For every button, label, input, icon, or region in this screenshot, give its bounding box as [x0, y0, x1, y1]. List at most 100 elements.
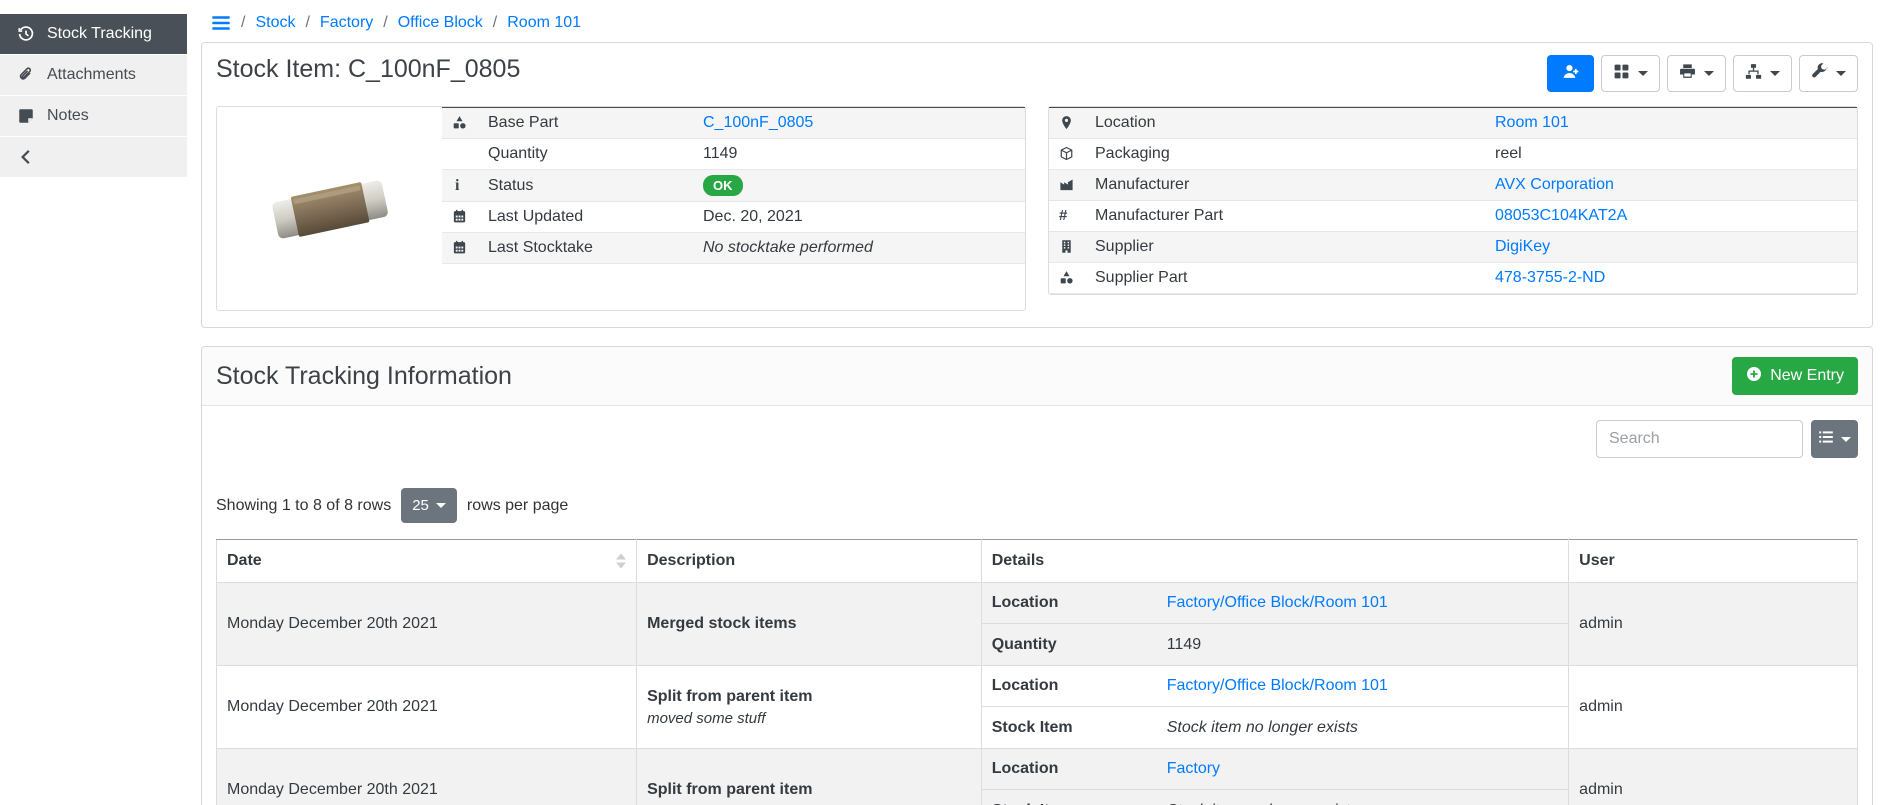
- breadcrumb-link-factory[interactable]: Factory: [320, 14, 373, 32]
- sidebar-item-attachments[interactable]: Attachments: [0, 55, 187, 96]
- menu-icon[interactable]: [211, 13, 231, 33]
- field-label: Supplier Part: [1085, 263, 1485, 294]
- printer-icon: [1679, 63, 1696, 85]
- info-icon: i: [452, 177, 459, 194]
- location-link[interactable]: Room 101: [1495, 114, 1569, 131]
- th-large-icon: [1613, 63, 1630, 85]
- breadcrumb-separator: /: [241, 14, 245, 32]
- table-row: Monday December 20th 2021 Split from par…: [217, 749, 1858, 805]
- detail-row: Quantity 1149: [982, 624, 1568, 665]
- caret-down-icon: [1841, 437, 1851, 442]
- caret-down-icon: [436, 503, 446, 508]
- plus-circle-icon: [1746, 366, 1762, 387]
- calendar-icon: [452, 239, 467, 256]
- detail-row: Stock Item Stock item no longer exists: [982, 790, 1568, 805]
- detail-location-link[interactable]: Factory/Office Block/Room 101: [1167, 677, 1388, 695]
- tracking-title: Stock Tracking Information: [216, 362, 512, 391]
- column-label: Date: [227, 552, 262, 569]
- pagination-info: Showing 1 to 8 of 8 rows: [216, 497, 391, 515]
- table-row: # Manufacturer Part 08053C104KAT2A: [1049, 201, 1857, 232]
- detail-row: Stock Item Stock item no longer exists: [982, 707, 1568, 748]
- field-label: Last Updated: [478, 202, 693, 233]
- admin-actions-button[interactable]: [1799, 55, 1858, 92]
- calendar-icon: [452, 208, 467, 225]
- chevron-left-icon: [17, 148, 35, 166]
- detail-value: Stock item no longer exists: [1167, 802, 1358, 805]
- field-label: Last Stocktake: [478, 233, 693, 264]
- sidebar-item-stock-tracking[interactable]: Stock Tracking: [0, 14, 187, 55]
- row-date: Monday December 20th 2021: [217, 583, 637, 666]
- note-icon: [17, 107, 35, 125]
- column-header-date[interactable]: Date: [217, 540, 637, 583]
- field-label: Manufacturer: [1085, 170, 1485, 201]
- row-date: Monday December 20th 2021: [217, 749, 637, 805]
- toolbar: [1547, 55, 1858, 92]
- table-toolbar: [216, 420, 1858, 458]
- table-row: Location Room 101: [1049, 108, 1857, 139]
- detail-location-link[interactable]: Factory/Office Block/Room 101: [1167, 594, 1388, 612]
- row-description: Merged stock items: [637, 583, 982, 666]
- hashtag-icon: #: [1059, 207, 1067, 224]
- breadcrumb: / Stock / Factory / Office Block / Room …: [201, 0, 1873, 42]
- quantity-value: 1149: [693, 139, 1025, 170]
- map-marker-icon: [1059, 114, 1074, 131]
- app-root: Stock Tracking Attachments Notes: [0, 0, 1887, 805]
- barcode-actions-button[interactable]: [1601, 55, 1660, 92]
- breadcrumb-link-stock[interactable]: Stock: [255, 14, 295, 32]
- sitemap-icon: [1745, 63, 1762, 85]
- search-input[interactable]: [1596, 420, 1803, 458]
- columns-button[interactable]: [1811, 420, 1858, 458]
- sidebar-item-notes[interactable]: Notes: [0, 96, 187, 137]
- sidebar: Stock Tracking Attachments Notes: [0, 0, 187, 805]
- row-user: admin: [1569, 583, 1858, 666]
- sidebar-collapse-button[interactable]: [0, 137, 187, 178]
- caret-down-icon: [1770, 71, 1780, 76]
- supplier-part-link[interactable]: 478-3755-2-ND: [1495, 269, 1605, 286]
- stock-actions-button[interactable]: [1733, 55, 1792, 92]
- part-thumbnail[interactable]: [217, 107, 442, 310]
- sidebar-item-label: Notes: [47, 107, 89, 125]
- column-label: Description: [647, 552, 735, 569]
- base-part-link[interactable]: C_100nF_0805: [703, 114, 813, 131]
- main-content: / Stock / Factory / Office Block / Room …: [187, 0, 1887, 805]
- page-size-button[interactable]: 25: [401, 488, 457, 523]
- tracking-panel-body: Showing 1 to 8 of 8 rows 25 rows per pag…: [202, 406, 1872, 805]
- item-sourcing-table: Location Room 101 Packaging reel: [1049, 107, 1857, 294]
- column-header-details: Details: [981, 540, 1568, 583]
- packaging-value: reel: [1485, 139, 1857, 170]
- last-stocktake-value: No stocktake performed: [703, 239, 873, 256]
- detail-location-link[interactable]: Factory: [1167, 760, 1220, 778]
- new-entry-button[interactable]: New Entry: [1732, 357, 1858, 395]
- detail-row: Location Factory/Office Block/Room 101: [982, 666, 1568, 707]
- history-icon: [17, 25, 35, 43]
- user-actions-button[interactable]: [1547, 55, 1594, 92]
- print-actions-button[interactable]: [1667, 55, 1726, 92]
- pagination-suffix: rows per page: [467, 497, 568, 515]
- tracking-table: Date Description Details User: [216, 539, 1858, 805]
- column-header-user: User: [1569, 540, 1858, 583]
- sidebar-item-label: Attachments: [47, 66, 136, 84]
- table-row: Monday December 20th 2021 Merged stock i…: [217, 583, 1858, 666]
- column-label: User: [1579, 552, 1615, 569]
- tracking-panel-header: Stock Tracking Information New Entry: [202, 347, 1872, 406]
- breadcrumb-separator: /: [493, 14, 497, 32]
- last-updated-value: Dec. 20, 2021: [693, 202, 1025, 233]
- breadcrumb-separator: /: [383, 14, 387, 32]
- breadcrumb-link-office-block[interactable]: Office Block: [398, 14, 483, 32]
- status-badge: OK: [703, 175, 743, 196]
- table-row: Packaging reel: [1049, 139, 1857, 170]
- row-description: Split from parent item: [637, 749, 982, 805]
- manufacturer-link[interactable]: AVX Corporation: [1495, 176, 1614, 193]
- detail-row: Location Factory: [982, 749, 1568, 790]
- manufacturer-part-link[interactable]: 08053C104KAT2A: [1495, 207, 1627, 224]
- field-label: Base Part: [478, 108, 693, 139]
- sort-icon: [616, 554, 626, 569]
- breadcrumb-link-room-101[interactable]: Room 101: [507, 14, 581, 32]
- detail-value: Stock item no longer exists: [1167, 719, 1358, 737]
- item-sourcing-panel: Location Room 101 Packaging reel: [1048, 106, 1858, 295]
- table-row: Manufacturer AVX Corporation: [1049, 170, 1857, 201]
- page-title: Stock Item: C_100nF_0805: [216, 55, 520, 84]
- column-header-description: Description: [637, 540, 982, 583]
- stock-item-panel: Stock Item: C_100nF_0805: [201, 42, 1873, 328]
- supplier-link[interactable]: DigiKey: [1495, 238, 1550, 255]
